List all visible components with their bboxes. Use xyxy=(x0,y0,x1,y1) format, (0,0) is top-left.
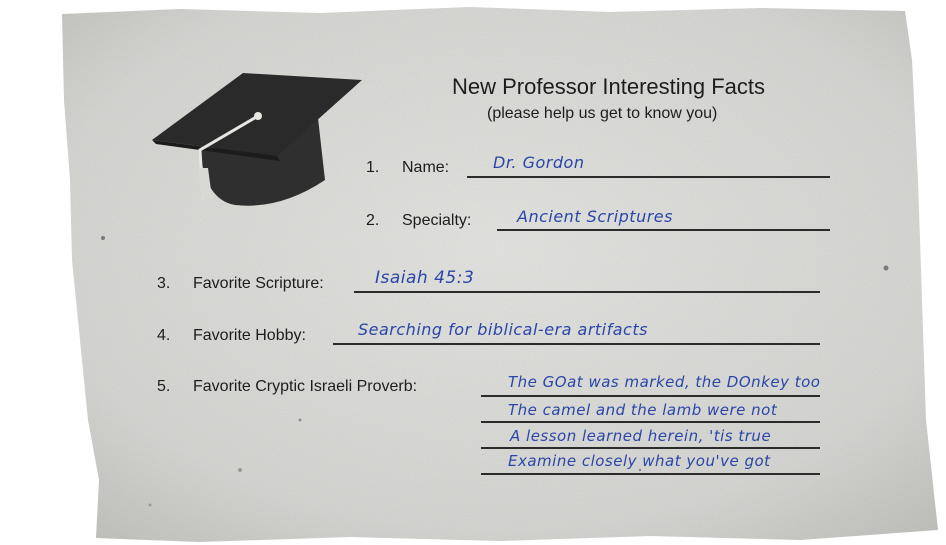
proverb-answer-line-1-text: The GOat was marked, the DOnkey too xyxy=(508,373,821,391)
favorite-proverb-label: Favorite Cryptic Israeli Proverb: xyxy=(193,378,418,395)
favorite-hobby-answer-line xyxy=(333,343,820,345)
proverb-answer-line-4 xyxy=(481,473,820,475)
proverb-answer-line-4-text: Examine closely what you've got xyxy=(508,452,771,470)
favorite-hobby-answer: Searching for biblical-era artifacts xyxy=(358,320,648,339)
favorite-scripture-label: Favorite Scripture: xyxy=(193,275,324,292)
proverb-answer-line-2-text: The camel and the lamb were not xyxy=(508,401,778,419)
item-number-2: 2. xyxy=(366,212,380,229)
specialty-label: Specialty: xyxy=(402,212,472,229)
proverb-answer-line-3-text: A lesson learned herein, 'tis true xyxy=(510,427,772,445)
proverb-answer-line-3 xyxy=(481,447,820,449)
name-answer: Dr. Gordon xyxy=(493,153,585,172)
specialty-answer-line xyxy=(497,229,830,231)
name-label: Name: xyxy=(402,159,450,176)
favorite-scripture-answer: Isaiah 45:3 xyxy=(375,268,475,288)
form-title: New Professor Interesting Facts xyxy=(452,74,766,99)
proverb-answer-line-1 xyxy=(481,395,820,397)
favorite-hobby-label: Favorite Hobby: xyxy=(193,327,306,344)
favorite-scripture-answer-line xyxy=(354,291,820,293)
item-number-4: 4. xyxy=(157,327,171,344)
item-number-3: 3. xyxy=(157,275,171,292)
name-answer-line xyxy=(467,176,830,178)
proverb-answer-line-2 xyxy=(481,421,820,423)
form-subtitle: (please help us get to know you) xyxy=(487,105,718,122)
item-number-1: 1. xyxy=(366,159,380,176)
item-number-5: 5. xyxy=(157,378,171,395)
specialty-answer: Ancient Scriptures xyxy=(517,207,673,226)
